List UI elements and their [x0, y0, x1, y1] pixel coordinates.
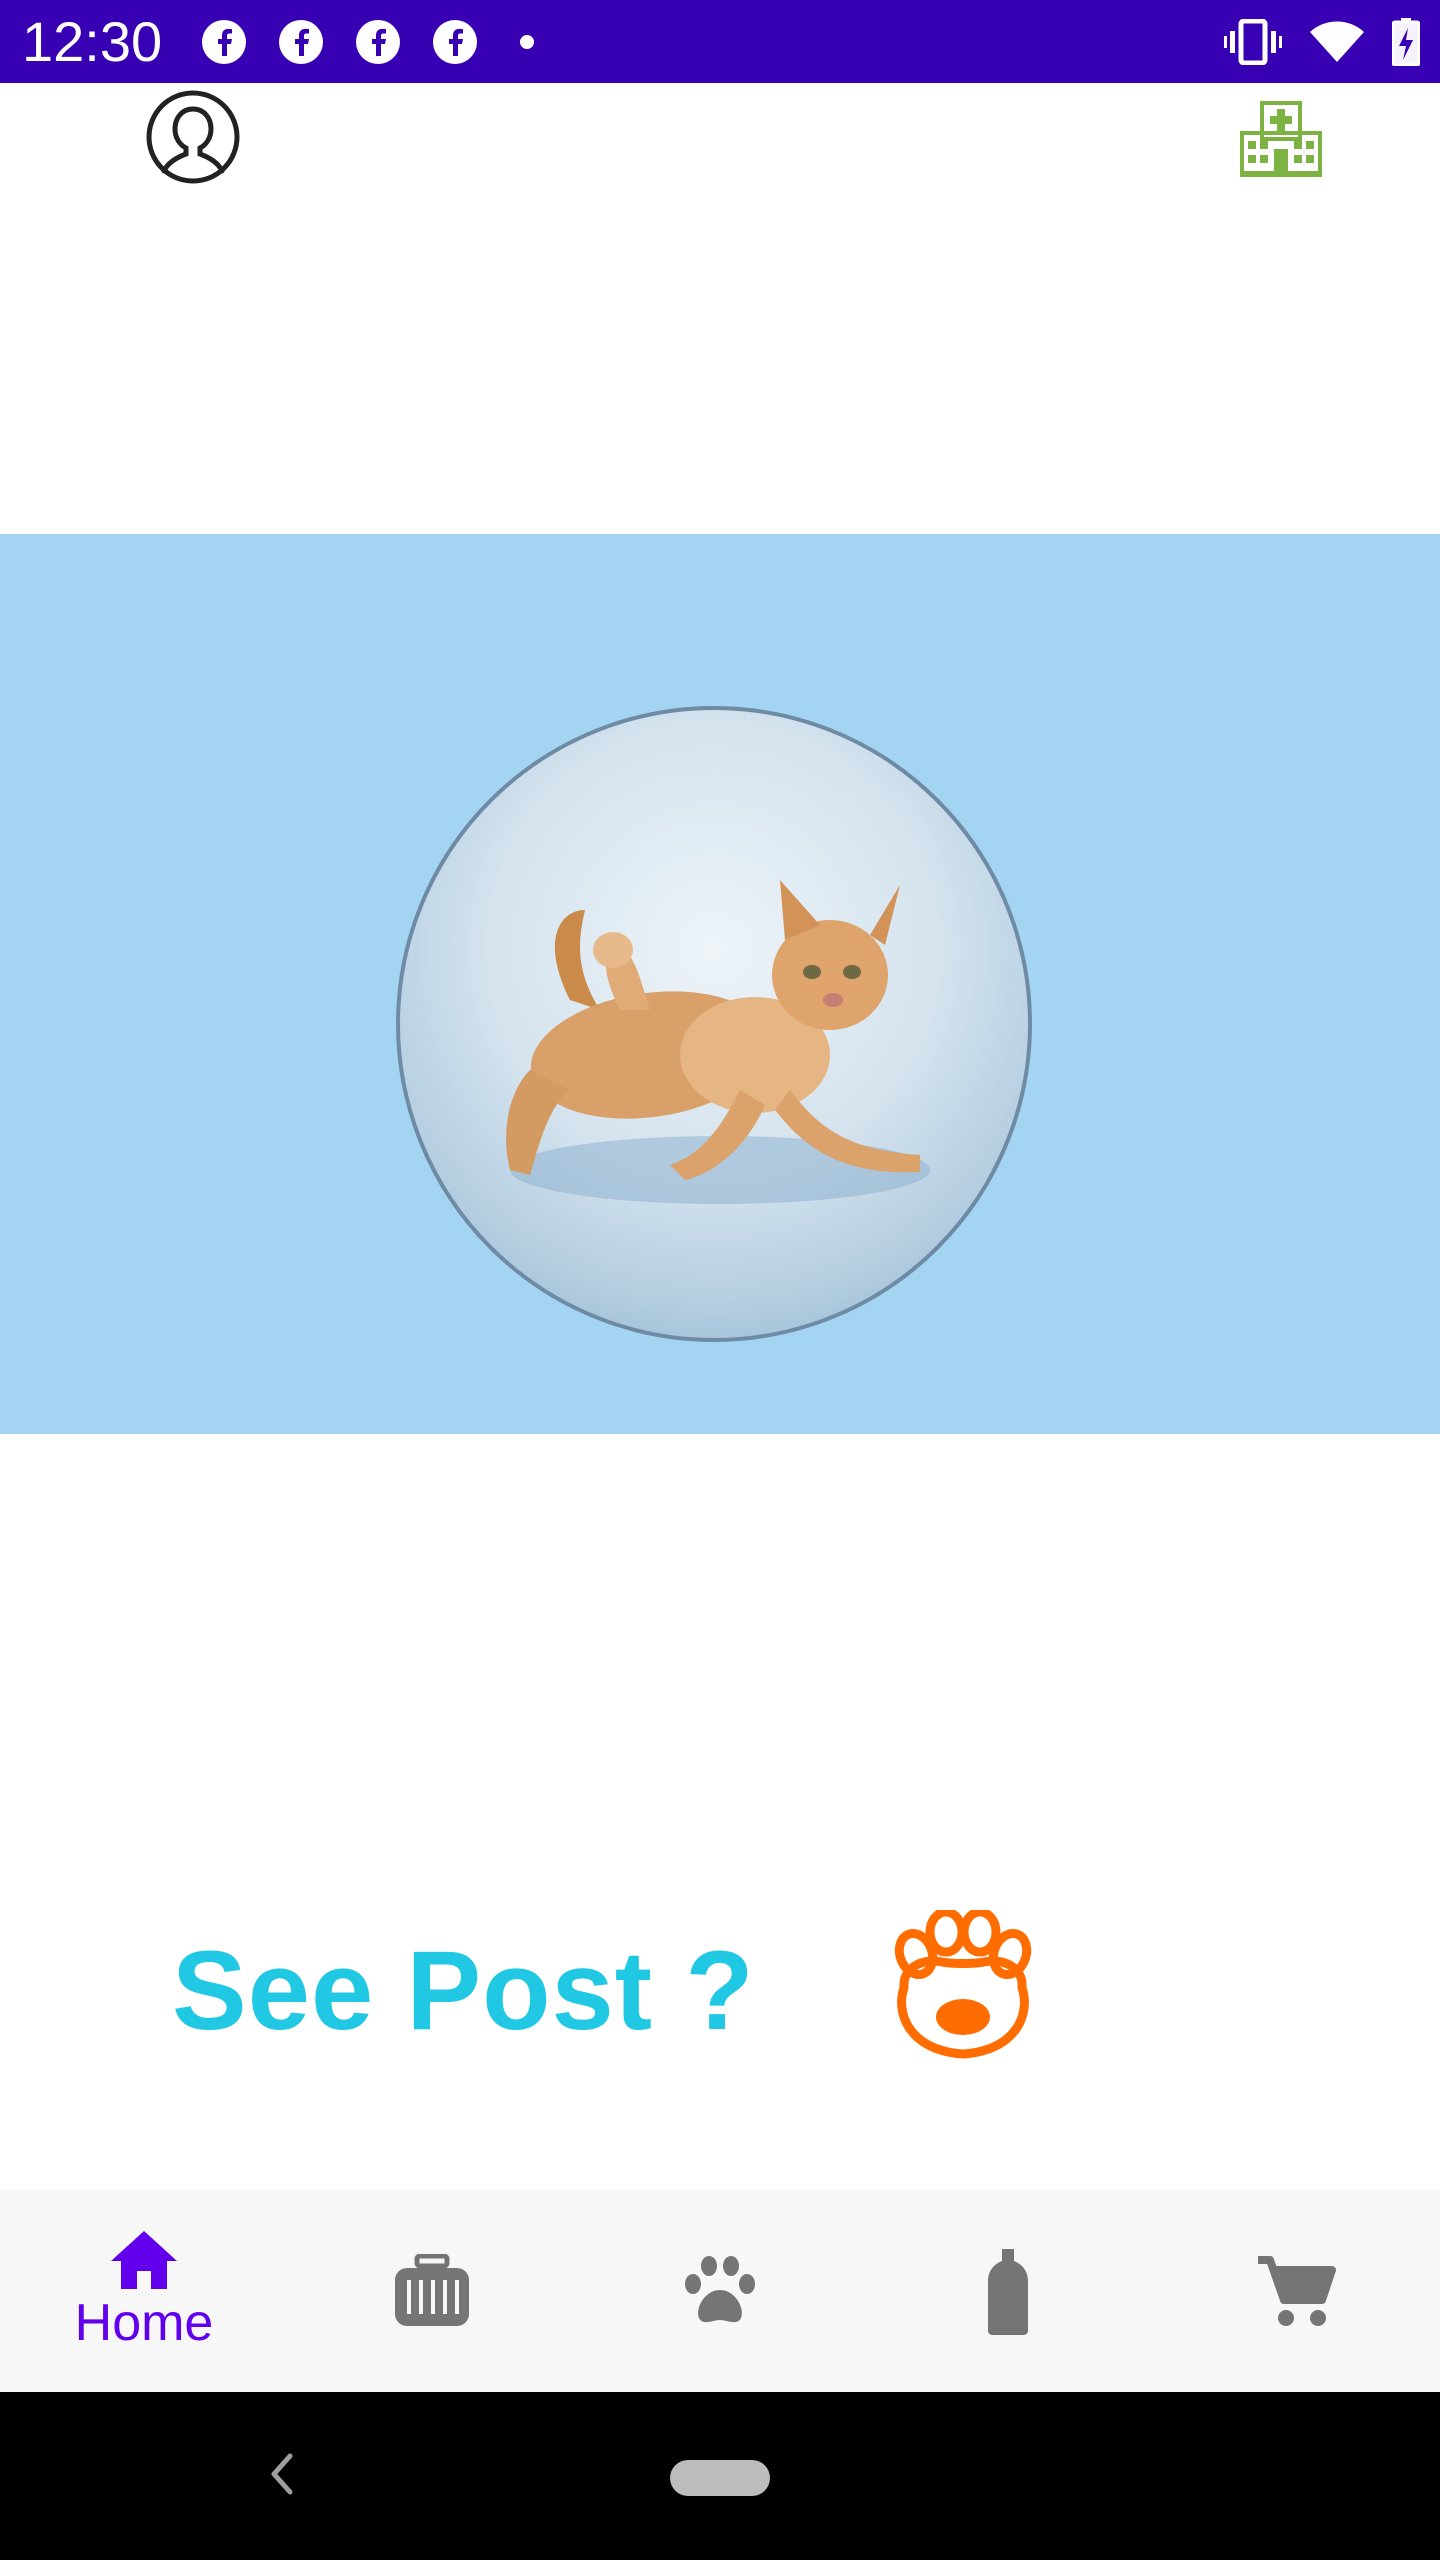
nav-bottle[interactable]	[864, 2190, 1152, 2392]
wifi-icon	[1310, 21, 1364, 62]
profile-icon[interactable]	[145, 89, 241, 185]
nav-paw[interactable]	[576, 2190, 864, 2392]
nav-cart[interactable]	[1152, 2190, 1440, 2392]
nav-pet-carrier[interactable]	[288, 2190, 576, 2392]
see-post-link[interactable]: See Post ?	[172, 1926, 755, 2055]
vibrate-icon	[1224, 19, 1282, 65]
see-post-row: See Post ?	[172, 1920, 755, 2060]
nav-home[interactable]: Home	[0, 2190, 288, 2392]
nav-home-label: Home	[74, 2294, 214, 2352]
system-status-icons	[1224, 16, 1420, 68]
hospital-icon[interactable]	[1238, 95, 1324, 181]
cat-photo	[396, 706, 1032, 1342]
pet-carrier-icon	[395, 2254, 469, 2326]
status-bar: 12:30	[0, 0, 1440, 83]
dot-icon	[520, 35, 534, 49]
paw-icon	[685, 2256, 755, 2323]
facebook-icon	[202, 20, 246, 64]
back-icon[interactable]	[256, 2444, 306, 2504]
hero-banner	[0, 534, 1440, 1434]
battery-charging-icon	[1392, 18, 1420, 66]
home-pill[interactable]	[670, 2460, 770, 2496]
facebook-icon	[279, 20, 323, 64]
notification-icons	[200, 16, 534, 68]
facebook-icon	[433, 20, 477, 64]
home-icon	[111, 2231, 177, 2289]
bottle-icon	[988, 2249, 1028, 2335]
paw-icon[interactable]	[880, 1910, 1046, 2062]
status-time: 12:30	[22, 10, 163, 73]
cat-illustration	[506, 880, 930, 1204]
facebook-icon	[356, 20, 400, 64]
top-bar	[0, 83, 1440, 233]
cart-icon	[1258, 2256, 1336, 2326]
bottom-navigation: Home	[0, 2190, 1440, 2392]
